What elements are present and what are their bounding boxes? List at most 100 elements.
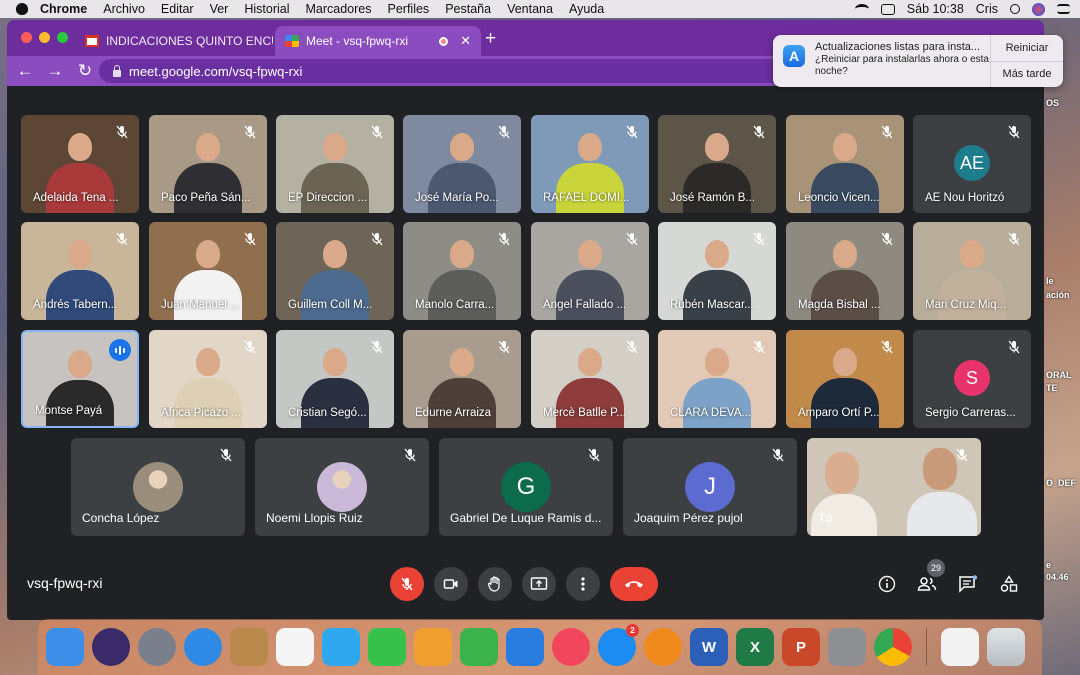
more-options-button[interactable] xyxy=(566,567,600,601)
clock[interactable]: Sáb 10:38 xyxy=(907,2,964,16)
powerpoint-icon[interactable]: P xyxy=(782,628,820,666)
menu-ayuda[interactable]: Ayuda xyxy=(569,2,604,16)
close-window-button[interactable] xyxy=(21,32,32,43)
restart-button[interactable]: Reiniciar xyxy=(991,35,1063,62)
participant-tile[interactable]: Leoncio Vicen... xyxy=(786,115,904,213)
address-bar[interactable]: meet.google.com/vsq-fpwq-rxi xyxy=(99,59,789,83)
siri-icon[interactable] xyxy=(92,628,130,666)
finder-icon[interactable] xyxy=(46,628,84,666)
participant-tile[interactable]: Amparo Ortí P... xyxy=(786,330,904,428)
participant-name: Joaquim Pérez pujol xyxy=(634,511,743,525)
chat-button[interactable] xyxy=(957,573,979,595)
menu-pestaa[interactable]: Pestaña xyxy=(445,2,491,16)
menu-editar[interactable]: Editar xyxy=(161,2,194,16)
participant-tile[interactable]: Manolo Carra... xyxy=(403,222,521,320)
word-icon[interactable]: W xyxy=(690,628,728,666)
participant-video xyxy=(938,240,1006,320)
participant-tile[interactable]: Andrés Tabern... xyxy=(21,222,139,320)
leave-call-button[interactable] xyxy=(610,567,658,601)
info-icon xyxy=(878,575,896,593)
mic-muted-icon xyxy=(243,340,257,354)
books-icon[interactable] xyxy=(644,628,682,666)
messages-icon[interactable] xyxy=(322,628,360,666)
maximize-window-button[interactable] xyxy=(57,32,68,43)
menu-ventana[interactable]: Ventana xyxy=(507,2,553,16)
participant-tile[interactable]: Edurne Arraiza xyxy=(403,330,521,428)
meeting-details-button[interactable] xyxy=(876,573,898,595)
participant-tile[interactable]: Àfrica Picazo ... xyxy=(149,330,267,428)
participant-tile[interactable]: J Joaquim Pérez pujol xyxy=(623,438,797,536)
participant-video xyxy=(174,240,242,320)
participant-tile[interactable]: EP Direccion ... xyxy=(276,115,394,213)
numbers-icon[interactable] xyxy=(460,628,498,666)
later-button[interactable]: Más tarde xyxy=(991,62,1063,88)
close-tab-icon[interactable]: ✕ xyxy=(460,33,471,49)
pages-icon[interactable] xyxy=(414,628,452,666)
participant-tile[interactable]: RAFAEL DOMI... xyxy=(531,115,649,213)
tab-gmail[interactable]: INDICACIONES QUINTO ENCUE ✕ xyxy=(75,26,273,56)
present-screen-button[interactable] xyxy=(522,567,556,601)
battery-icon[interactable] xyxy=(880,3,895,15)
participant-tile[interactable]: José Ramón B... xyxy=(658,115,776,213)
excel-icon[interactable]: X xyxy=(736,628,774,666)
menu-chrome[interactable]: Chrome xyxy=(40,2,87,16)
participant-tile[interactable]: Concha López xyxy=(71,438,245,536)
participant-tile[interactable]: Montse Payá xyxy=(21,330,139,428)
participant-tile[interactable]: Cristian Segó... xyxy=(276,330,394,428)
safari-icon[interactable] xyxy=(184,628,222,666)
menu-ver[interactable]: Ver xyxy=(210,2,229,16)
launchpad-icon[interactable] xyxy=(138,628,176,666)
reminders-icon[interactable] xyxy=(276,628,314,666)
menu-archivo[interactable]: Archivo xyxy=(103,2,145,16)
contacts-icon[interactable] xyxy=(230,628,268,666)
menu-historial[interactable]: Historial xyxy=(244,2,289,16)
participant-tile[interactable]: Guillem Coll M... xyxy=(276,222,394,320)
music-icon[interactable] xyxy=(552,628,590,666)
camera-toggle-button[interactable] xyxy=(434,567,468,601)
menu-perfiles[interactable]: Perfiles xyxy=(388,2,430,16)
update-notification[interactable]: A Actualizaciones listas para insta... ¿… xyxy=(773,35,1063,87)
app-store-icon[interactable]: 2 xyxy=(598,624,639,666)
chrome-icon[interactable] xyxy=(874,628,912,666)
reload-icon[interactable]: ↻ xyxy=(73,61,97,81)
spotlight-icon[interactable] xyxy=(1010,4,1020,14)
participant-tile[interactable]: S Sergio Carreras... xyxy=(913,330,1031,428)
minimize-window-button[interactable] xyxy=(39,32,50,43)
system-preferences-icon[interactable] xyxy=(828,628,866,666)
siri-icon[interactable] xyxy=(1032,2,1045,16)
wifi-icon[interactable] xyxy=(854,4,869,14)
facetime-icon[interactable] xyxy=(368,628,406,666)
participant-tile[interactable]: Rubén Mascar... xyxy=(658,222,776,320)
menu-marcadores[interactable]: Marcadores xyxy=(306,2,372,16)
participant-tile[interactable]: Juan Manuel ... xyxy=(149,222,267,320)
participant-tile[interactable]: Magda Bisbal ... xyxy=(786,222,904,320)
participant-tile[interactable]: AE AE Nou Horitzó xyxy=(913,115,1031,213)
new-tab-button[interactable]: + xyxy=(485,28,496,50)
back-icon[interactable]: ← xyxy=(13,61,37,81)
raise-hand-button[interactable] xyxy=(478,567,512,601)
participant-name: Manolo Carra... xyxy=(415,299,495,311)
participant-tile[interactable]: CLARA DEVA... xyxy=(658,330,776,428)
activities-button[interactable] xyxy=(998,573,1020,595)
user-name[interactable]: Cris xyxy=(976,2,998,16)
participant-tile[interactable]: José María Po... xyxy=(403,115,521,213)
participant-tile[interactable]: Ángel Fallado ... xyxy=(531,222,649,320)
trash-icon[interactable] xyxy=(987,628,1025,666)
lock-icon[interactable] xyxy=(113,64,121,77)
apple-icon[interactable] xyxy=(16,3,28,15)
participant-tile[interactable]: Mercè Batlle P... xyxy=(531,330,649,428)
self-view-tile[interactable]: Tú xyxy=(807,438,981,536)
control-center-icon[interactable] xyxy=(1057,4,1070,14)
keynote-icon[interactable] xyxy=(506,628,544,666)
tab-meet[interactable]: Meet - vsq-fpwq-rxi ✕ xyxy=(275,26,481,56)
document-icon[interactable] xyxy=(941,628,979,666)
participant-tile[interactable]: Adelaida Tena ... xyxy=(21,115,139,213)
participant-name: Sergio Carreras... xyxy=(925,407,1016,419)
participant-tile[interactable]: Paco Peña Sán... xyxy=(149,115,267,213)
participant-tile[interactable]: Mari Cruz Miq... xyxy=(913,222,1031,320)
participant-tile[interactable]: Noemi Llopis Ruiz xyxy=(255,438,429,536)
participant-tile[interactable]: G Gabriel De Luque Ramis d... xyxy=(439,438,613,536)
mic-toggle-button[interactable] xyxy=(390,567,424,601)
desktop-label: O_DEF xyxy=(1046,478,1077,488)
forward-icon[interactable]: → xyxy=(43,61,67,81)
